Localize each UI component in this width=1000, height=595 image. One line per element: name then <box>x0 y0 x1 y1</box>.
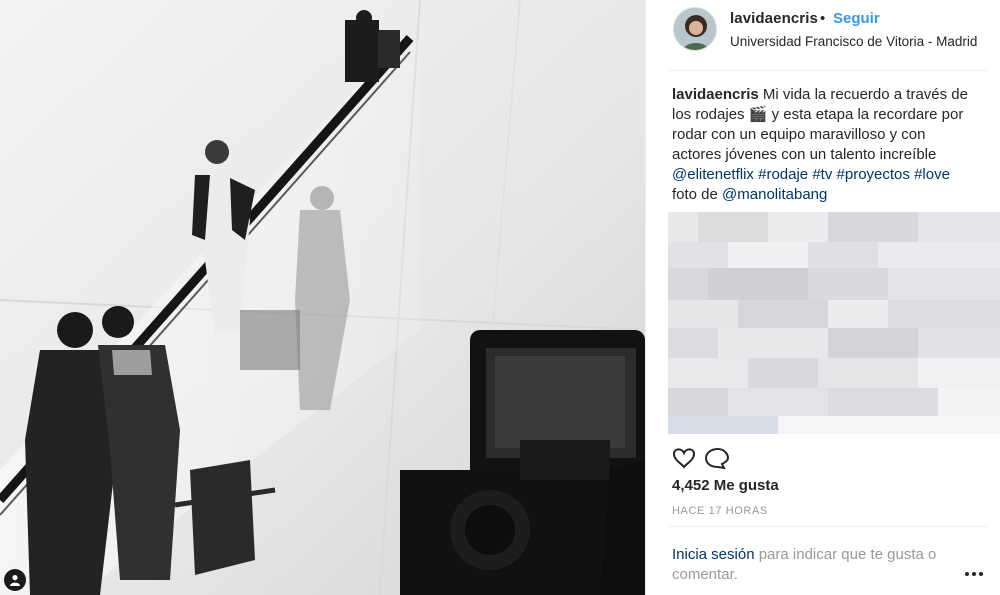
login-text-1: para indicar que te gusta o <box>758 546 937 563</box>
post-username[interactable]: lavidaencris <box>730 10 818 27</box>
caption-text-2b: y esta etapa la recordare por <box>771 106 964 123</box>
caption-line-2: los rodajes 🎬 y esta etapa la recordare … <box>672 105 992 125</box>
pixel-block <box>778 416 1000 434</box>
pixel-block <box>918 212 1000 242</box>
mention-manolitabang[interactable]: @manolitabang <box>722 186 827 203</box>
tag-rodaje[interactable]: #rodaje <box>758 166 808 183</box>
more-options-icon[interactable] <box>964 566 984 576</box>
footer-divider <box>668 526 988 527</box>
photo-scene <box>0 0 645 595</box>
pixel-block <box>888 300 1000 328</box>
tag-tv[interactable]: #tv <box>812 166 832 183</box>
avatar[interactable] <box>673 7 717 51</box>
pixel-block <box>728 388 828 416</box>
pixel-block <box>808 268 888 300</box>
pixel-block <box>668 328 718 358</box>
pixel-block <box>668 388 728 416</box>
pixel-block <box>718 328 828 358</box>
like-count[interactable]: 4,452 Me gusta <box>672 477 779 494</box>
login-prompt: Inicia sesión para indicar que te gusta … <box>672 545 972 585</box>
caption-text-1: Mi vida la recuerdo a través de <box>762 86 968 103</box>
pixel-block <box>698 212 768 242</box>
follow-button[interactable]: Seguir <box>833 10 880 27</box>
caption-text-2a: los rodajes <box>672 106 745 123</box>
header-divider <box>668 70 988 71</box>
post-location[interactable]: Universidad Francisco de Vitoria - Madri… <box>730 34 977 49</box>
more-dots <box>965 572 983 576</box>
post-header: lavidaencris • Seguir Universidad Franci… <box>646 0 1000 70</box>
pixel-block <box>878 242 1000 268</box>
pixel-block <box>768 212 828 242</box>
separator-dot: • <box>820 10 826 27</box>
comment-icon <box>704 447 730 470</box>
pixel-block <box>828 328 918 358</box>
tag-proyectos[interactable]: #proyectos <box>837 166 910 183</box>
caption-tags: @elitenetflix #rodaje #tv #proyectos #lo… <box>672 165 992 185</box>
caption-line-3: rodar con un equipo maravilloso y con <box>672 126 926 143</box>
caption-username[interactable]: lavidaencris <box>672 86 759 103</box>
post-timestamp[interactable]: HACE 17 HORAS <box>672 505 768 517</box>
action-icons <box>672 447 730 470</box>
pixel-block <box>728 242 808 268</box>
post-actions <box>672 446 772 470</box>
pixel-block <box>668 212 698 242</box>
tag-love[interactable]: #love <box>914 166 950 183</box>
caption-line-1: lavidaencris Mi vida la recuerdo a travé… <box>672 85 992 105</box>
pixel-block <box>738 300 828 328</box>
pixel-block <box>888 268 1000 300</box>
credit-prefix: foto de <box>672 186 718 203</box>
pixel-block <box>828 300 888 328</box>
user-tag-icon[interactable] <box>4 569 26 591</box>
pixel-block <box>828 388 938 416</box>
post-sidebar: lavidaencris • Seguir Universidad Franci… <box>645 0 1000 595</box>
pixel-block <box>668 358 748 388</box>
caption-credit: foto de @manolitabang <box>672 185 992 205</box>
pixel-block <box>918 328 1000 358</box>
pixel-block <box>818 358 918 388</box>
tag-elitenetflix[interactable]: @elitenetflix <box>672 166 754 183</box>
login-text-2: comentar. <box>672 566 738 583</box>
pixel-block <box>808 242 878 268</box>
pixel-block <box>668 416 778 434</box>
pixelated-comments <box>668 212 1000 434</box>
caption-line-4: actores jóvenes con un talento increíble <box>672 146 937 163</box>
post-photo[interactable] <box>0 0 645 595</box>
pixel-block <box>668 242 728 268</box>
pixel-block <box>668 268 708 300</box>
heart-icon <box>672 448 696 469</box>
login-link[interactable]: Inicia sesión <box>672 546 755 563</box>
pixel-block <box>828 212 918 242</box>
avatar-image <box>674 8 716 50</box>
user-tag-glyph <box>10 575 20 586</box>
pixel-block <box>748 358 818 388</box>
clapperboard-emoji: 🎬 <box>748 106 768 123</box>
post-caption: lavidaencris Mi vida la recuerdo a travé… <box>672 85 992 205</box>
pixel-block <box>708 268 808 300</box>
pixel-block <box>668 300 738 328</box>
pixel-block <box>938 388 1000 416</box>
pixel-block <box>918 358 1000 388</box>
